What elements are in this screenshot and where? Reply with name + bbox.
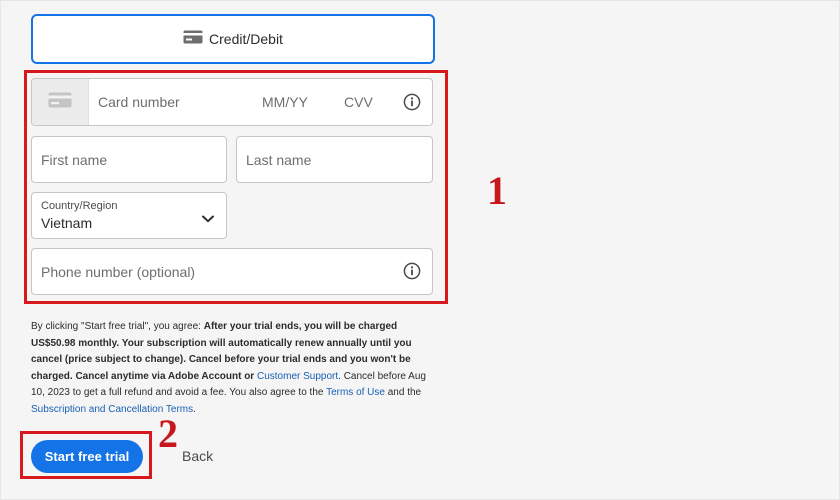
terms-of-use-link[interactable]: Terms of Use <box>326 387 385 398</box>
annotation-number-2: 2 <box>158 411 178 456</box>
credit-debit-tab[interactable]: Credit/Debit <box>31 14 435 64</box>
terms-end: . <box>193 403 196 415</box>
annotation-box-2 <box>20 431 152 479</box>
terms-text: By clicking "Start free trial", you agre… <box>31 319 431 419</box>
credit-debit-label: Credit/Debit <box>209 31 283 47</box>
terms-intro: By clicking "Start free trial", you agre… <box>31 321 204 332</box>
terms-connector: and the <box>384 387 422 399</box>
credit-card-icon <box>183 30 203 49</box>
annotation-box-1 <box>24 70 448 304</box>
annotation-number-1: 1 <box>487 168 507 213</box>
back-button[interactable]: Back <box>182 448 213 464</box>
customer-support-link[interactable]: Customer Support <box>257 371 338 382</box>
